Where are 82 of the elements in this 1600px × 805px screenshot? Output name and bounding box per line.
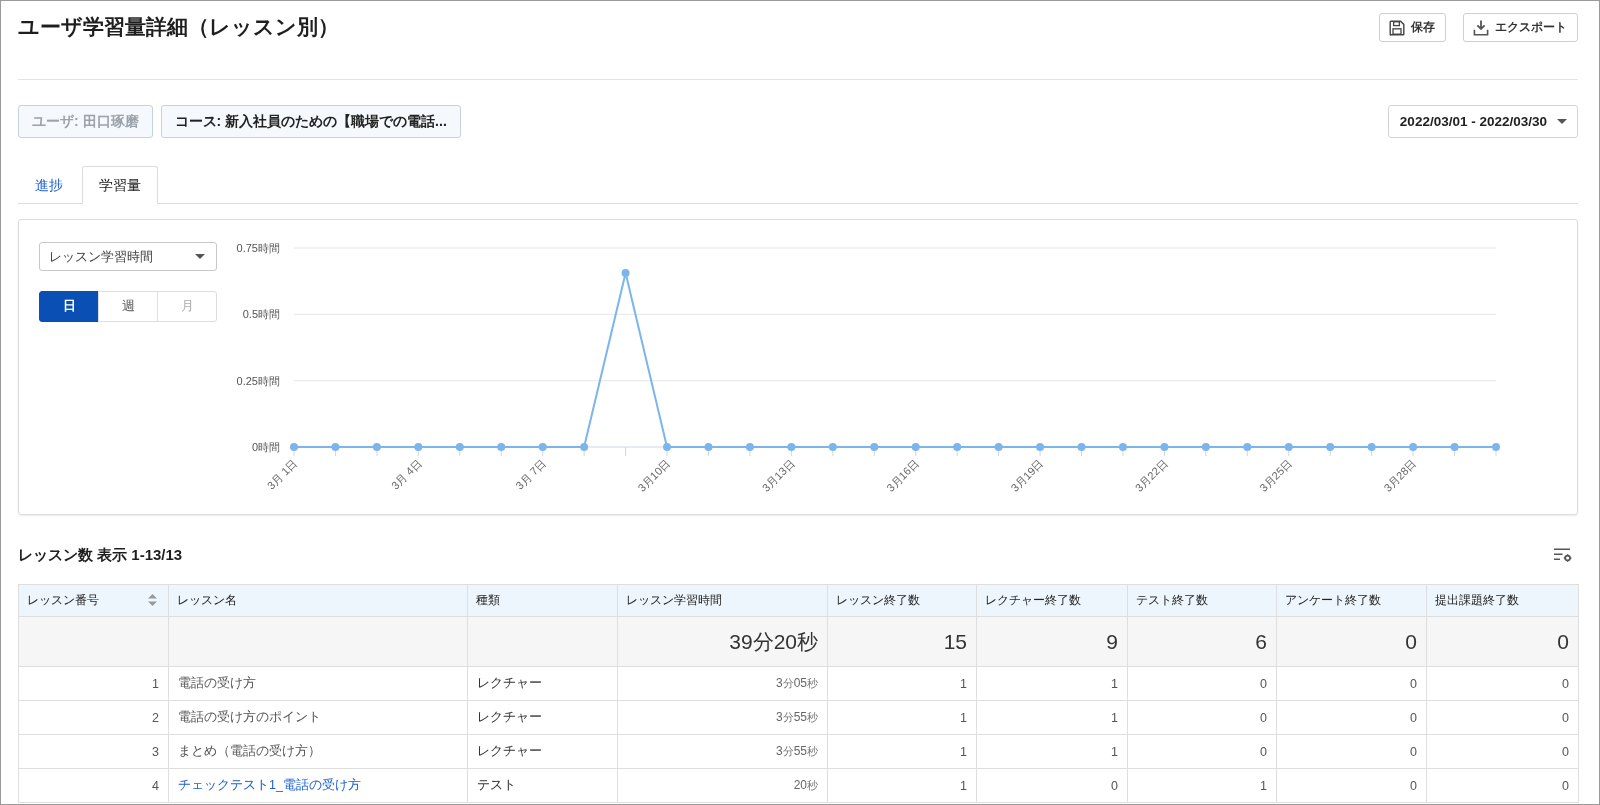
total-cell: 0 bbox=[1276, 616, 1427, 667]
table-cell: 2 bbox=[18, 700, 169, 735]
y-axis-label: 0.75時間 bbox=[236, 242, 280, 254]
table-cell: 1 bbox=[1127, 768, 1277, 803]
period-toggle[interactable]: 週 bbox=[98, 291, 158, 322]
column-header: 種類 bbox=[467, 584, 618, 617]
table-cell: 1 bbox=[827, 768, 977, 803]
table-cell: 0 bbox=[1276, 768, 1427, 803]
page-title: ユーザ学習量詳細（レッスン別） bbox=[18, 14, 339, 40]
total-cell: 0 bbox=[1426, 616, 1579, 667]
column-header: レクチャー終了数 bbox=[976, 584, 1128, 617]
table-cell: レクチャー bbox=[467, 666, 618, 701]
table-cell: 0 bbox=[1426, 768, 1579, 803]
table-cell: 0 bbox=[1276, 666, 1427, 701]
table-cell: 1 bbox=[976, 734, 1128, 769]
x-axis-label: 3月 7日 bbox=[513, 456, 549, 492]
table-cell: 1 bbox=[976, 666, 1128, 701]
table-cell: 0 bbox=[1127, 700, 1277, 735]
y-axis-label: 0.5時間 bbox=[242, 308, 280, 321]
export-button[interactable]: エクスポート bbox=[1463, 13, 1578, 42]
table-cell: まとめ（電話の受け方） bbox=[168, 734, 468, 769]
table-cell: 1 bbox=[18, 666, 169, 701]
tab[interactable]: 学習量 bbox=[82, 166, 158, 204]
table-cell: 3分55秒 bbox=[617, 700, 828, 735]
table-cell: 0 bbox=[1276, 734, 1427, 769]
x-axis-label: 3月22日 bbox=[1132, 456, 1170, 494]
table-cell: 0 bbox=[1127, 666, 1277, 701]
caret-icon bbox=[1557, 119, 1567, 124]
table-cell: レクチャー bbox=[467, 734, 618, 769]
caret-icon bbox=[195, 254, 205, 259]
column-header: アンケート終了数 bbox=[1276, 584, 1427, 617]
table-cell: 20秒 bbox=[617, 768, 828, 803]
x-axis-label: 3月 1日 bbox=[264, 456, 300, 492]
x-axis-label: 3月19日 bbox=[1008, 456, 1046, 494]
y-axis-label: 0時間 bbox=[251, 441, 280, 453]
table-cell: テスト bbox=[467, 768, 618, 803]
table-cell: 電話の受け方 bbox=[168, 666, 468, 701]
sort-icon bbox=[148, 594, 157, 606]
table-cell: 0 bbox=[976, 768, 1128, 803]
table-cell: 4 bbox=[18, 768, 169, 803]
table-cell: 1 bbox=[827, 734, 977, 769]
table-cell: 3 bbox=[18, 734, 169, 769]
table-cell: 3分05秒 bbox=[617, 666, 828, 701]
date-range-select[interactable]: 2022/03/01 - 2022/03/30 bbox=[1387, 105, 1578, 138]
lesson-link[interactable]: チェックテスト1_電話の受け方 bbox=[178, 778, 361, 792]
save-button[interactable]: 保存 bbox=[1379, 13, 1446, 42]
table-cell: 1 bbox=[976, 700, 1128, 735]
column-header: レッスン終了数 bbox=[827, 584, 977, 617]
column-header[interactable]: レッスン番号 bbox=[18, 584, 169, 617]
table-cell: 電話の受け方のポイント bbox=[168, 700, 468, 735]
tab[interactable]: 進捗 bbox=[18, 166, 80, 204]
metric-select[interactable]: レッスン学習時間 bbox=[39, 242, 217, 271]
column-header: テスト終了数 bbox=[1127, 584, 1277, 617]
x-axis-label: 3月25日 bbox=[1257, 456, 1295, 494]
total-cell: 9 bbox=[976, 616, 1128, 667]
total-cell: 6 bbox=[1127, 616, 1277, 667]
x-axis-label: 3月13日 bbox=[759, 456, 797, 494]
x-axis-label: 3月10日 bbox=[635, 456, 673, 494]
y-axis-label: 0.25時間 bbox=[236, 374, 280, 387]
filter-chip[interactable]: コース: 新入社員のための【職場での電話... bbox=[160, 105, 461, 138]
x-axis-label: 3月 4日 bbox=[388, 456, 424, 492]
table-cell: 3分55秒 bbox=[617, 734, 828, 769]
save-icon bbox=[1389, 19, 1405, 36]
column-header: レッスン名 bbox=[168, 584, 468, 617]
table-cell: 0 bbox=[1426, 700, 1579, 735]
table-cell: 0 bbox=[1127, 734, 1277, 769]
column-header: 提出課題終了数 bbox=[1426, 584, 1579, 617]
table-cell: 0 bbox=[1426, 734, 1579, 769]
column-settings-icon[interactable] bbox=[1554, 548, 1572, 562]
table-cell: 1 bbox=[827, 700, 977, 735]
download-icon bbox=[1473, 19, 1489, 36]
table-cell: レクチャー bbox=[467, 700, 618, 735]
column-header: レッスン学習時間 bbox=[617, 584, 828, 617]
x-axis-label: 3月28日 bbox=[1381, 456, 1419, 494]
table-cell: 1 bbox=[827, 666, 977, 701]
x-axis-label: 3月16日 bbox=[884, 456, 922, 494]
table-cell: 0 bbox=[1426, 666, 1579, 701]
total-cell: 15 bbox=[827, 616, 977, 667]
table-title: レッスン数 表示 1-13/13 bbox=[18, 545, 183, 565]
period-toggle[interactable]: 日 bbox=[39, 291, 99, 322]
table-cell: 0 bbox=[1276, 700, 1427, 735]
total-cell: 39分20秒 bbox=[617, 616, 828, 667]
